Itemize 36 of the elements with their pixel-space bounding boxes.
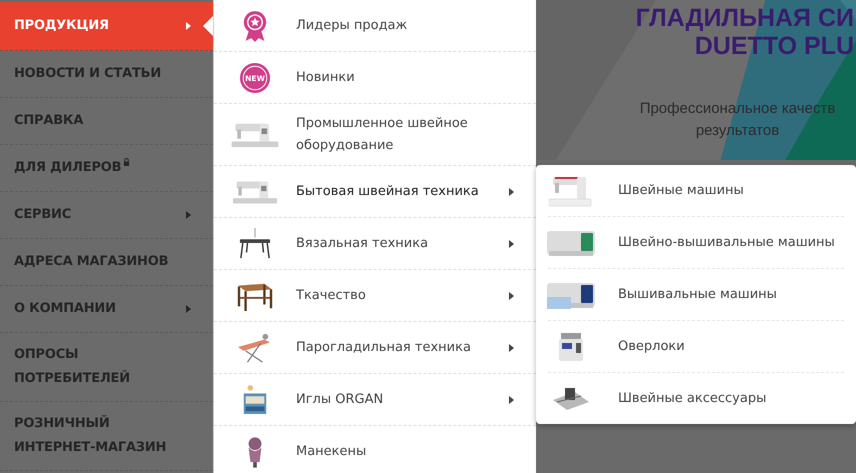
menu-item-label: Бытовая швейная техника [296,182,480,200]
caret-icon [509,188,514,196]
caret-icon [509,396,514,404]
menu-item-label: Ткачество [296,286,367,304]
submenu-item[interactable]: Вышивальные машины [548,269,844,321]
submenu-item[interactable]: Швейные аксессуары [548,373,844,424]
menu-item[interactable]: Ткачество [214,270,536,322]
needle-box-icon [241,384,269,416]
menu-item-label: Вязальная техника [296,234,430,252]
menu-item-label: Лидеры продаж [296,16,408,34]
menu-item-label: Манекены [296,442,368,460]
menu-item[interactable]: Бытовая швейная техника [214,166,536,218]
menu-item-label: Промышленное швейное оборудование [296,114,469,154]
caret-icon [186,305,191,313]
caret-icon [509,240,514,248]
overlock-icon [556,330,586,362]
caret-icon [509,344,514,352]
menu-item-label: Парогладильная техника [296,338,472,356]
nav-item[interactable]: ПРОДУКЦИЯ [0,2,213,51]
menu-item-label: Иглы ORGAN [296,390,384,408]
ribbon-badge-icon [241,10,269,42]
submenu-item[interactable]: Оверлоки [548,321,844,373]
submenu-item[interactable]: Швейно-вышивальные машины [548,217,844,269]
new-badge-icon: NEW [239,62,271,94]
menu-item[interactable]: Лидеры продаж [214,0,536,52]
menu-item-label: Новинки [296,68,356,86]
menu-item[interactable]: Промышленное швейное оборудование [214,104,536,166]
menu-item[interactable]: Иглы ORGAN [214,374,536,426]
lock-icon [123,158,130,166]
caret-icon [186,211,191,219]
caret-icon [186,22,191,30]
menu-item[interactable]: NEW Новинки [214,52,536,104]
sewing-machine-icon [549,174,593,206]
menu-item[interactable]: Манекены [214,426,536,473]
submenu-item[interactable]: Швейные машины [548,165,844,217]
caret-icon [509,292,514,300]
